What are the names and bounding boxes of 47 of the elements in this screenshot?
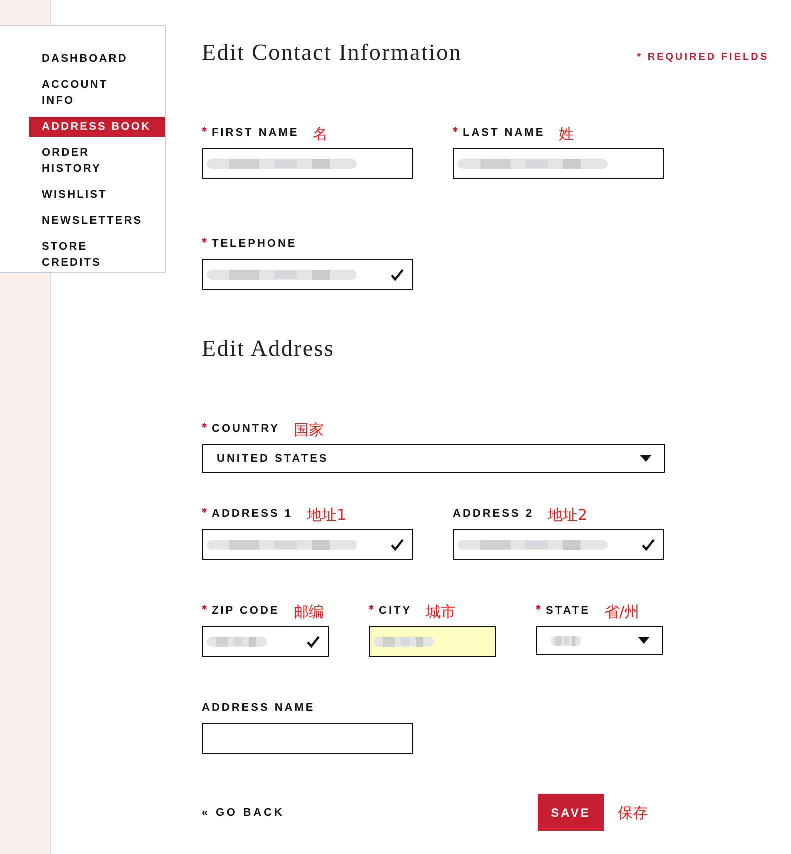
input-field[interactable] [453, 148, 664, 179]
save-button[interactable]: SAVE [538, 794, 604, 831]
checkmark-icon [642, 538, 655, 550]
dropdown[interactable]: UNITED STATES [202, 444, 665, 473]
menu-item[interactable]: ORDER HISTORY [29, 143, 145, 179]
go-back-link[interactable]: « GO BACK [202, 806, 285, 818]
annotation: 城市 [426, 604, 456, 620]
annotation: 姓 [559, 126, 574, 142]
field-label: LAST NAME [463, 126, 546, 140]
section-title: Edit Address [202, 336, 335, 362]
menu-item[interactable]: DASHBOARD [29, 49, 145, 69]
annotation: 省/州 [604, 604, 640, 620]
menu-item[interactable]: STORE CREDITS [29, 237, 145, 273]
menu-item[interactable]: NEWSLETTERS [29, 211, 145, 231]
field-label: ADDRESS NAME [202, 701, 316, 715]
field-label: ZIP CODE [212, 604, 280, 618]
menu-item[interactable]: WISHLIST [29, 185, 145, 205]
input-field[interactable] [202, 529, 413, 560]
field-label: CITY [379, 604, 412, 618]
field-label: ADDRESS 1 [212, 507, 293, 521]
checkmark-icon [391, 538, 404, 550]
annotation: 地址1 [306, 507, 347, 523]
menu-item[interactable]: ADDRESS BOOK [29, 117, 165, 137]
checkmark-icon [307, 636, 320, 648]
dropdown[interactable] [536, 626, 663, 655]
field-label: STATE [546, 604, 590, 618]
required-note: * REQUIRED FIELDS [637, 52, 769, 63]
menu-item[interactable]: ACCOUNT INFO [29, 75, 145, 111]
annotation: 邮编 [294, 604, 324, 620]
annotation: 国家 [294, 422, 324, 438]
input-field[interactable] [202, 626, 329, 657]
annotation: 名 [313, 126, 328, 142]
input-field[interactable] [202, 259, 413, 290]
input-field[interactable] [202, 148, 413, 179]
caret-icon [638, 637, 650, 644]
field-label: FIRST NAME [212, 126, 300, 140]
caret-icon [640, 455, 652, 462]
field-label: COUNTRY [212, 422, 280, 436]
annotation: 地址2 [548, 507, 588, 523]
input-field[interactable] [453, 529, 664, 560]
checkmark-icon [391, 268, 404, 280]
section-title: Edit Contact Information [202, 40, 462, 66]
annotation: 保存 [618, 804, 648, 820]
field-label: TELEPHONE [212, 237, 298, 251]
input-field[interactable] [369, 626, 496, 657]
field-label: ADDRESS 2 [453, 507, 534, 521]
input-field[interactable] [202, 723, 413, 754]
